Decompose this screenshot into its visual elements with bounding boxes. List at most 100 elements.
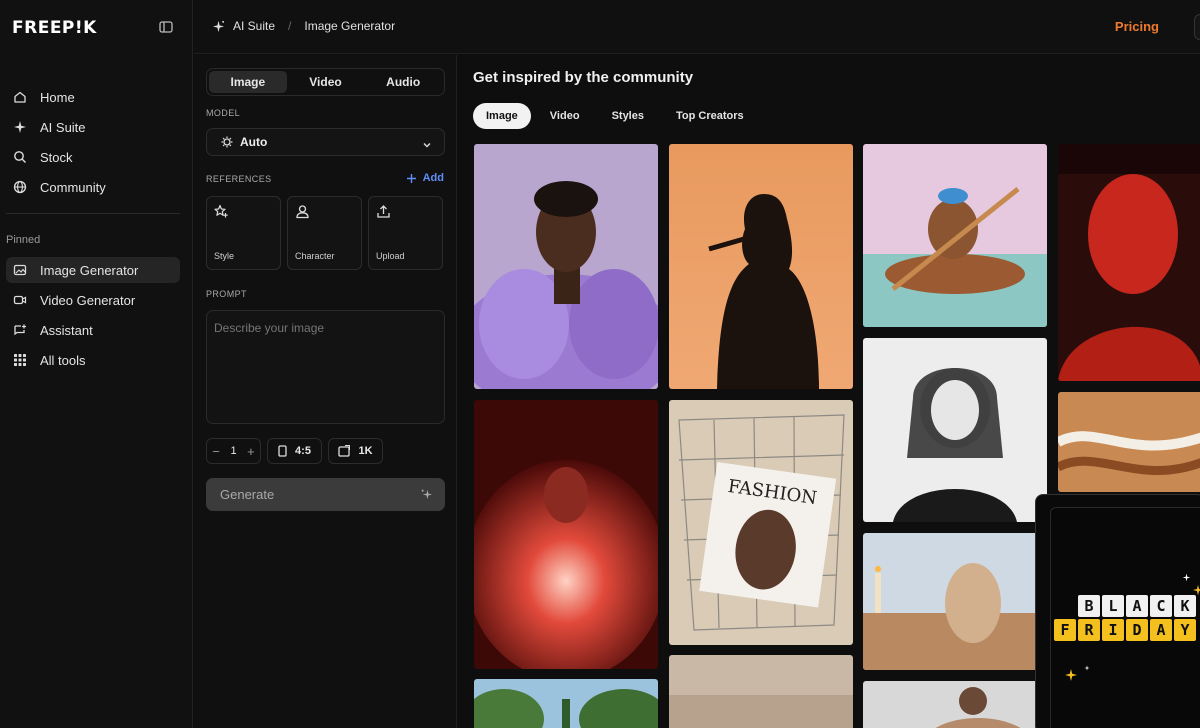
nav-item-label: Image Generator [40, 262, 139, 278]
references-label: REFERENCES [206, 174, 272, 184]
community-image-red-paint[interactable] [1058, 144, 1200, 381]
breadcrumb-separator: / [288, 19, 292, 33]
community-image-athlete[interactable] [863, 681, 1047, 728]
generator-panel: Image Video Audio MODEL Auto REFERENCES … [194, 55, 457, 728]
community-feed: Get inspired by the community Image Vide… [458, 55, 1200, 728]
sidebar-item-all-tools[interactable]: All tools [6, 347, 180, 373]
promo-word-black: B L A C K [1078, 595, 1196, 617]
auto-model-icon [221, 136, 233, 148]
nav-item-stock[interactable]: Stock [6, 144, 180, 170]
breadcrumb-image-generator[interactable]: Image Generator [304, 19, 395, 33]
tab-image[interactable]: Image [209, 71, 287, 93]
grid-icon [12, 352, 28, 368]
reference-upload-card[interactable]: Upload [368, 196, 443, 270]
black-friday-promo[interactable]: B L A C K F R I D A Y [1035, 494, 1200, 728]
nav-item-label: Assistant [40, 322, 93, 338]
model-label: MODEL [206, 108, 241, 118]
account-button[interactable] [1194, 14, 1200, 40]
letter-tile: R [1078, 619, 1100, 641]
portrait-icon [278, 445, 287, 457]
letter-tile: I [1102, 619, 1124, 641]
video-icon [12, 292, 28, 308]
sidebar-item-assistant[interactable]: Assistant [6, 317, 180, 343]
tab-top-creators[interactable]: Top Creators [663, 103, 757, 129]
sidebar: FREEP!K Home AI Suite Stock Community Pi… [0, 0, 193, 728]
chevron-down-icon [422, 138, 432, 152]
tab-audio[interactable]: Audio [364, 71, 442, 93]
reference-character-card[interactable]: Character [287, 196, 362, 270]
reference-label: Upload [376, 251, 405, 261]
community-image-sketch-girl[interactable] [863, 338, 1047, 522]
aspect-ratio-value: 4:5 [295, 445, 311, 457]
sidebar-toggle-icon[interactable] [158, 19, 174, 35]
tab-image[interactable]: Image [473, 103, 531, 129]
promo-frame [1050, 507, 1200, 728]
resolution-icon [338, 445, 351, 457]
letter-tile: B [1078, 595, 1100, 617]
community-image-feather-portrait[interactable] [474, 144, 658, 389]
community-image-weasel-sewing[interactable] [863, 533, 1047, 670]
media-type-tabs: Image Video Audio [206, 68, 445, 96]
community-image-garden[interactable] [474, 679, 658, 728]
resolution-button[interactable]: 1K [328, 438, 383, 464]
person-icon [295, 204, 310, 219]
home-icon [12, 89, 28, 105]
sidebar-item-image-generator[interactable]: Image Generator [6, 257, 180, 283]
prompt-input[interactable] [206, 310, 445, 424]
community-image-silhouette[interactable] [669, 144, 853, 389]
minus-icon[interactable]: − [212, 444, 220, 459]
letter-tile: C [1150, 595, 1172, 617]
generate-button[interactable]: Generate [206, 478, 445, 511]
main-nav: Home AI Suite Stock Community [6, 84, 180, 204]
nav-item-ai-suite[interactable]: AI Suite [6, 114, 180, 140]
community-image-glowing-figure[interactable] [474, 400, 658, 669]
prompt-label: PROMPT [206, 289, 247, 299]
pinned-heading: Pinned [6, 234, 41, 246]
upload-icon [376, 204, 391, 219]
plus-icon [406, 173, 417, 184]
breadcrumb: AI Suite / Image Generator [212, 19, 395, 33]
nav-item-home[interactable]: Home [6, 84, 180, 110]
letter-tile: Y [1174, 619, 1196, 641]
tab-video[interactable]: Video [537, 103, 593, 129]
nav-item-label: AI Suite [40, 119, 86, 135]
sidebar-divider [6, 213, 180, 214]
nav-item-community[interactable]: Community [6, 174, 180, 200]
letter-tile: K [1174, 595, 1196, 617]
pricing-link[interactable]: Pricing [1115, 19, 1159, 34]
nav-item-label: Stock [40, 149, 73, 165]
resolution-value: 1K [358, 445, 373, 457]
freepik-logo[interactable]: FREEP!K [12, 18, 97, 38]
globe-icon [12, 179, 28, 195]
model-select[interactable]: Auto [206, 128, 445, 156]
generation-options: − 1 + 4:5 1K [206, 438, 383, 464]
community-image-fashion-cart[interactable]: FASHION [669, 400, 853, 645]
community-image-sand[interactable] [669, 655, 853, 728]
reference-style-card[interactable]: Style [206, 196, 281, 270]
reference-cards: Style Character Upload [206, 196, 443, 270]
nav-item-label: Community [40, 179, 106, 195]
nav-item-label: All tools [40, 352, 86, 368]
plus-icon[interactable]: + [247, 444, 255, 459]
letter-tile: D [1126, 619, 1148, 641]
add-reference-button[interactable]: Add [406, 172, 444, 184]
breadcrumb-ai-suite[interactable]: AI Suite [233, 19, 275, 33]
letter-tile: A [1126, 595, 1148, 617]
community-image-rug[interactable] [1058, 392, 1200, 492]
sparkle-icon [12, 119, 28, 135]
reference-label: Style [214, 251, 235, 261]
image-count-value: 1 [230, 445, 237, 457]
image-count-stepper[interactable]: − 1 + [206, 438, 261, 464]
aspect-ratio-button[interactable]: 4:5 [267, 438, 322, 464]
community-image-beaver-boat[interactable] [863, 144, 1047, 327]
tab-video[interactable]: Video [287, 71, 365, 93]
tab-styles[interactable]: Styles [599, 103, 657, 129]
sparkle-icon [212, 20, 225, 33]
sparkle-icon [1182, 569, 1191, 587]
pinned-nav: Image Generator Video Generator Assistan… [6, 257, 180, 377]
letter-tile: F [1054, 619, 1076, 641]
community-tabs: Image Video Styles Top Creators [473, 103, 757, 129]
sidebar-item-video-generator[interactable]: Video Generator [6, 287, 180, 313]
add-label: Add [422, 172, 444, 184]
search-icon [12, 149, 28, 165]
